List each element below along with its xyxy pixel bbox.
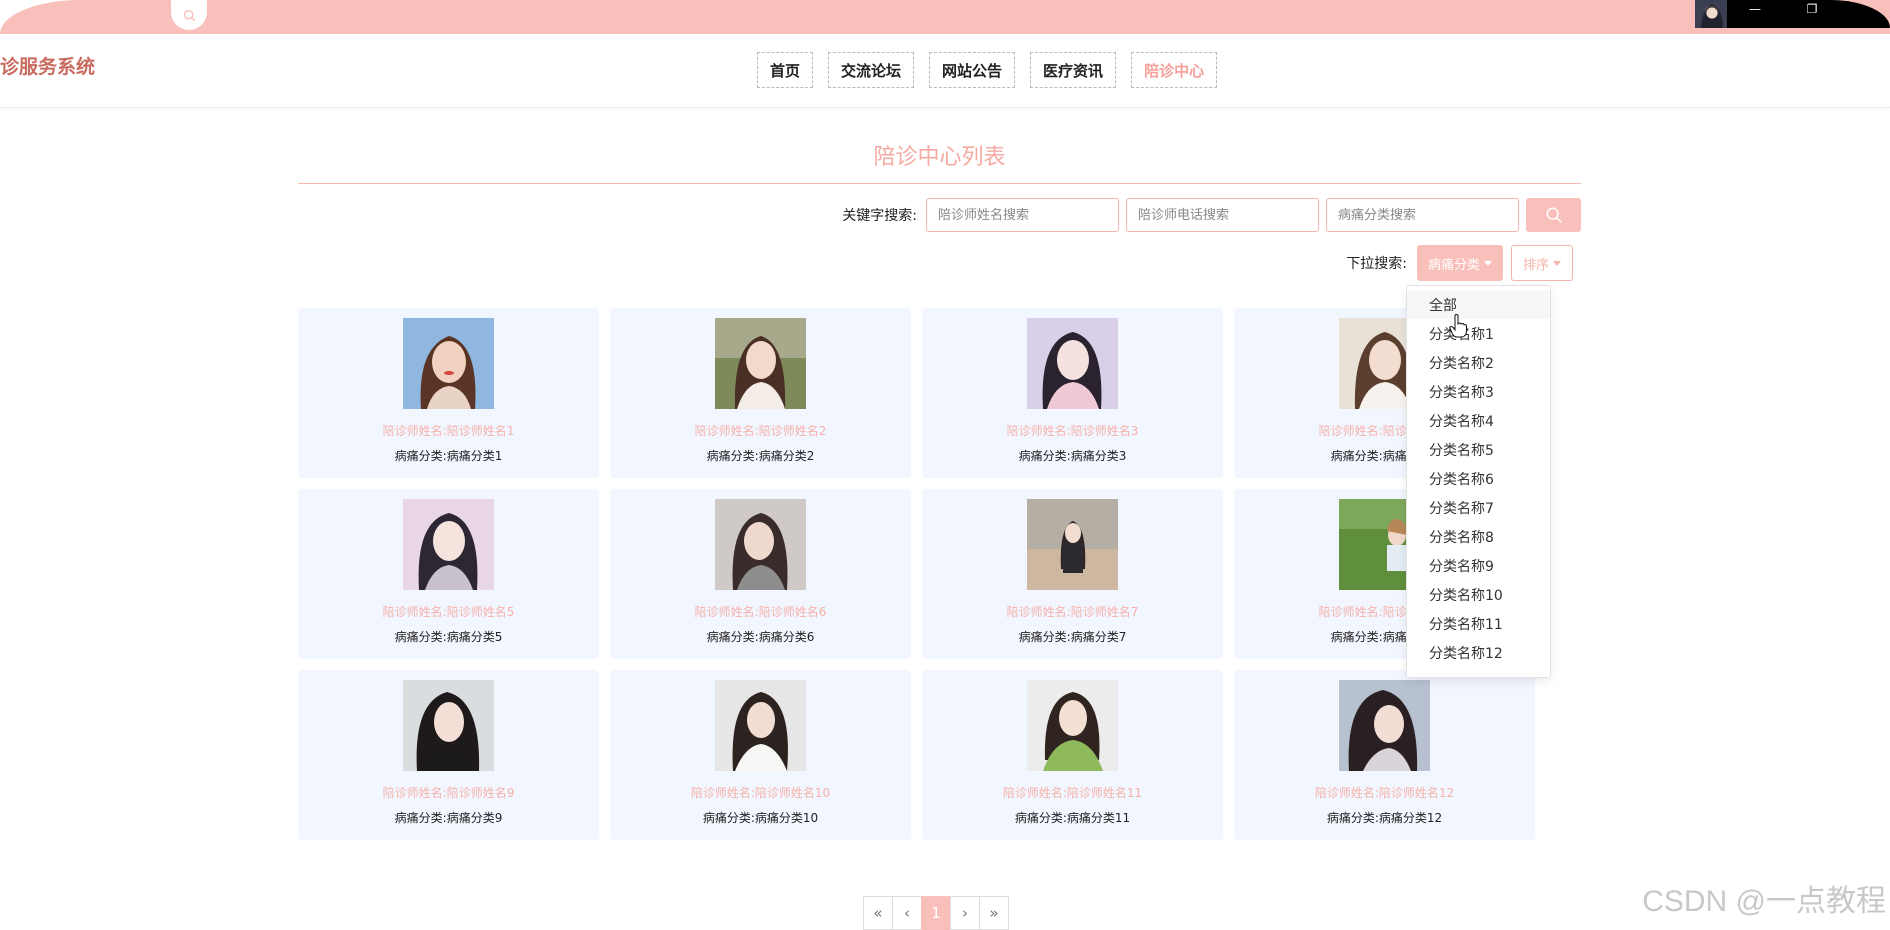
escort-name: 陪诊师姓名:陪诊师姓名2 xyxy=(694,424,827,438)
site-brand[interactable]: 诊服务系统 xyxy=(0,52,95,79)
escort-photo[interactable] xyxy=(715,318,806,409)
sort-dropdown-label: 排序 xyxy=(1522,257,1549,273)
category-search-input[interactable] xyxy=(1326,198,1519,232)
next-page-button[interactable]: › xyxy=(950,896,980,930)
page-1-button[interactable]: 1 xyxy=(921,896,951,930)
escort-photo[interactable] xyxy=(1027,318,1118,409)
category-dropdown-menu: 全部 分类名称1 分类名称2 分类名称3 分类名称4 分类名称5 分类名称6 分… xyxy=(1406,285,1551,678)
escort-name: 陪诊师姓名:陪诊师姓名10 xyxy=(690,786,831,800)
escort-photo[interactable] xyxy=(715,499,806,590)
escort-card-grid: 陪诊师姓名:陪诊师姓名1 病痛分类:病痛分类1 陪诊师姓名:陪诊师姓名2 病痛分… xyxy=(298,308,1535,840)
nav-forum[interactable]: 交流论坛 xyxy=(828,52,915,88)
escort-category: 病痛分类:病痛分类3 xyxy=(1018,449,1127,463)
escort-photo[interactable] xyxy=(1027,680,1118,771)
page-title: 陪诊中心列表 xyxy=(298,140,1581,184)
escort-card[interactable]: 陪诊师姓名:陪诊师姓名10 病痛分类:病痛分类10 xyxy=(610,670,911,840)
category-dropdown-button[interactable]: 病痛分类 xyxy=(1416,245,1503,281)
last-page-button[interactable]: » xyxy=(979,896,1009,930)
escort-name-search-input[interactable] xyxy=(926,198,1119,232)
escort-photo[interactable] xyxy=(403,318,494,409)
menu-item-category-3[interactable]: 分类名称3 xyxy=(1407,377,1550,406)
prev-page-button[interactable]: ‹ xyxy=(892,896,922,930)
escort-category: 病痛分类:病痛分类1 xyxy=(394,449,503,463)
escort-photo[interactable] xyxy=(715,680,806,771)
escort-photo[interactable] xyxy=(403,680,494,771)
search-icon xyxy=(1546,207,1562,223)
escort-card[interactable]: 陪诊师姓名:陪诊师姓名3 病痛分类:病痛分类3 xyxy=(922,308,1223,478)
escort-category: 病痛分类:病痛分类12 xyxy=(1326,811,1443,825)
escort-name: 陪诊师姓名:陪诊师姓名11 xyxy=(1002,786,1143,800)
escort-category: 病痛分类:病痛分类9 xyxy=(394,811,503,825)
site-header: 诊服务系统 首页 交流论坛 网站公告 医疗资讯 陪诊中心 xyxy=(0,34,1890,108)
menu-item-category-8[interactable]: 分类名称8 xyxy=(1407,522,1550,551)
menu-item-category-9[interactable]: 分类名称9 xyxy=(1407,551,1550,580)
escort-card[interactable]: 陪诊师姓名:陪诊师姓名12 病痛分类:病痛分类12 xyxy=(1234,670,1535,840)
escort-card[interactable]: 陪诊师姓名:陪诊师姓名2 病痛分类:病痛分类2 xyxy=(610,308,911,478)
first-page-button[interactable]: « xyxy=(863,896,893,930)
escort-category: 病痛分类:病痛分类6 xyxy=(706,630,815,644)
keyword-search-label: 关键字搜索: xyxy=(842,208,917,224)
caret-down-icon xyxy=(1483,260,1492,266)
menu-item-category-12[interactable]: 分类名称12 xyxy=(1407,638,1550,667)
escort-card[interactable]: 陪诊师姓名:陪诊师姓名11 病痛分类:病痛分类11 xyxy=(922,670,1223,840)
nav-medical-news[interactable]: 医疗资讯 xyxy=(1030,52,1117,88)
minimize-button[interactable]: — xyxy=(1740,0,1770,18)
escort-name: 陪诊师姓名:陪诊师姓名7 xyxy=(1006,605,1139,619)
escort-card[interactable]: 陪诊师姓名:陪诊师姓名7 病痛分类:病痛分类7 xyxy=(922,489,1223,659)
escort-card[interactable]: 陪诊师姓名:陪诊师姓名9 病痛分类:病痛分类9 xyxy=(298,670,599,840)
pagination: « ‹ 1 › » xyxy=(863,896,1009,930)
menu-item-category-6[interactable]: 分类名称6 xyxy=(1407,464,1550,493)
escort-name: 陪诊师姓名:陪诊师姓名12 xyxy=(1314,786,1455,800)
escort-card[interactable]: 陪诊师姓名:陪诊师姓名6 病痛分类:病痛分类6 xyxy=(610,489,911,659)
menu-item-all[interactable]: 全部 xyxy=(1407,290,1550,319)
menu-item-category-5[interactable]: 分类名称5 xyxy=(1407,435,1550,464)
escort-category: 病痛分类:病痛分类5 xyxy=(394,630,503,644)
keyword-search-row: 关键字搜索: xyxy=(842,198,1581,232)
escort-category: 病痛分类:病痛分类10 xyxy=(702,811,819,825)
hand-cursor-icon xyxy=(1449,314,1467,338)
escort-photo[interactable] xyxy=(403,499,494,590)
restore-button[interactable]: ❐ xyxy=(1797,0,1827,18)
escort-card[interactable]: 陪诊师姓名:陪诊师姓名5 病痛分类:病痛分类5 xyxy=(298,489,599,659)
category-dropdown-label: 病痛分类 xyxy=(1427,257,1480,273)
menu-item-category-4[interactable]: 分类名称4 xyxy=(1407,406,1550,435)
csdn-watermark: CSDN @一点教程 xyxy=(1642,885,1886,918)
escort-name: 陪诊师姓名:陪诊师姓名5 xyxy=(382,605,515,619)
top-bar-background xyxy=(0,0,1890,34)
menu-item-category-7[interactable]: 分类名称7 xyxy=(1407,493,1550,522)
escort-category: 病痛分类:病痛分类11 xyxy=(1014,811,1131,825)
dropdown-search-row: 下拉搜索: 病痛分类 排序 xyxy=(1346,245,1573,281)
nav-home[interactable]: 首页 xyxy=(757,52,814,88)
dropdown-search-label: 下拉搜索: xyxy=(1346,256,1407,272)
escort-name: 陪诊师姓名:陪诊师姓名3 xyxy=(1006,424,1139,438)
menu-item-category-1[interactable]: 分类名称1 xyxy=(1407,319,1550,348)
nav-announcements[interactable]: 网站公告 xyxy=(929,52,1016,88)
escort-category: 病痛分类:病痛分类2 xyxy=(706,449,815,463)
escort-name: 陪诊师姓名:陪诊师姓名1 xyxy=(382,424,515,438)
escort-card[interactable]: 陪诊师姓名:陪诊师姓名1 病痛分类:病痛分类1 xyxy=(298,308,599,478)
menu-item-category-11[interactable]: 分类名称11 xyxy=(1407,609,1550,638)
window-top-bar: — ❐ xyxy=(0,0,1890,34)
search-button[interactable] xyxy=(1526,198,1581,232)
escort-category: 病痛分类:病痛分类7 xyxy=(1018,630,1127,644)
nav-escort-center[interactable]: 陪诊中心 xyxy=(1131,52,1218,88)
user-avatar[interactable] xyxy=(1695,0,1727,28)
escort-name: 陪诊师姓名:陪诊师姓名6 xyxy=(694,605,827,619)
escort-photo[interactable] xyxy=(1339,680,1430,771)
menu-item-category-2[interactable]: 分类名称2 xyxy=(1407,348,1550,377)
menu-item-category-10[interactable]: 分类名称10 xyxy=(1407,580,1550,609)
escort-name: 陪诊师姓名:陪诊师姓名9 xyxy=(382,786,515,800)
sort-dropdown-button[interactable]: 排序 xyxy=(1510,245,1573,281)
escort-phone-search-input[interactable] xyxy=(1126,198,1319,232)
caret-down-icon xyxy=(1553,260,1561,266)
search-icon xyxy=(183,9,195,21)
main-nav: 首页 交流论坛 网站公告 医疗资讯 陪诊中心 xyxy=(757,52,1218,88)
escort-photo[interactable] xyxy=(1027,499,1118,590)
